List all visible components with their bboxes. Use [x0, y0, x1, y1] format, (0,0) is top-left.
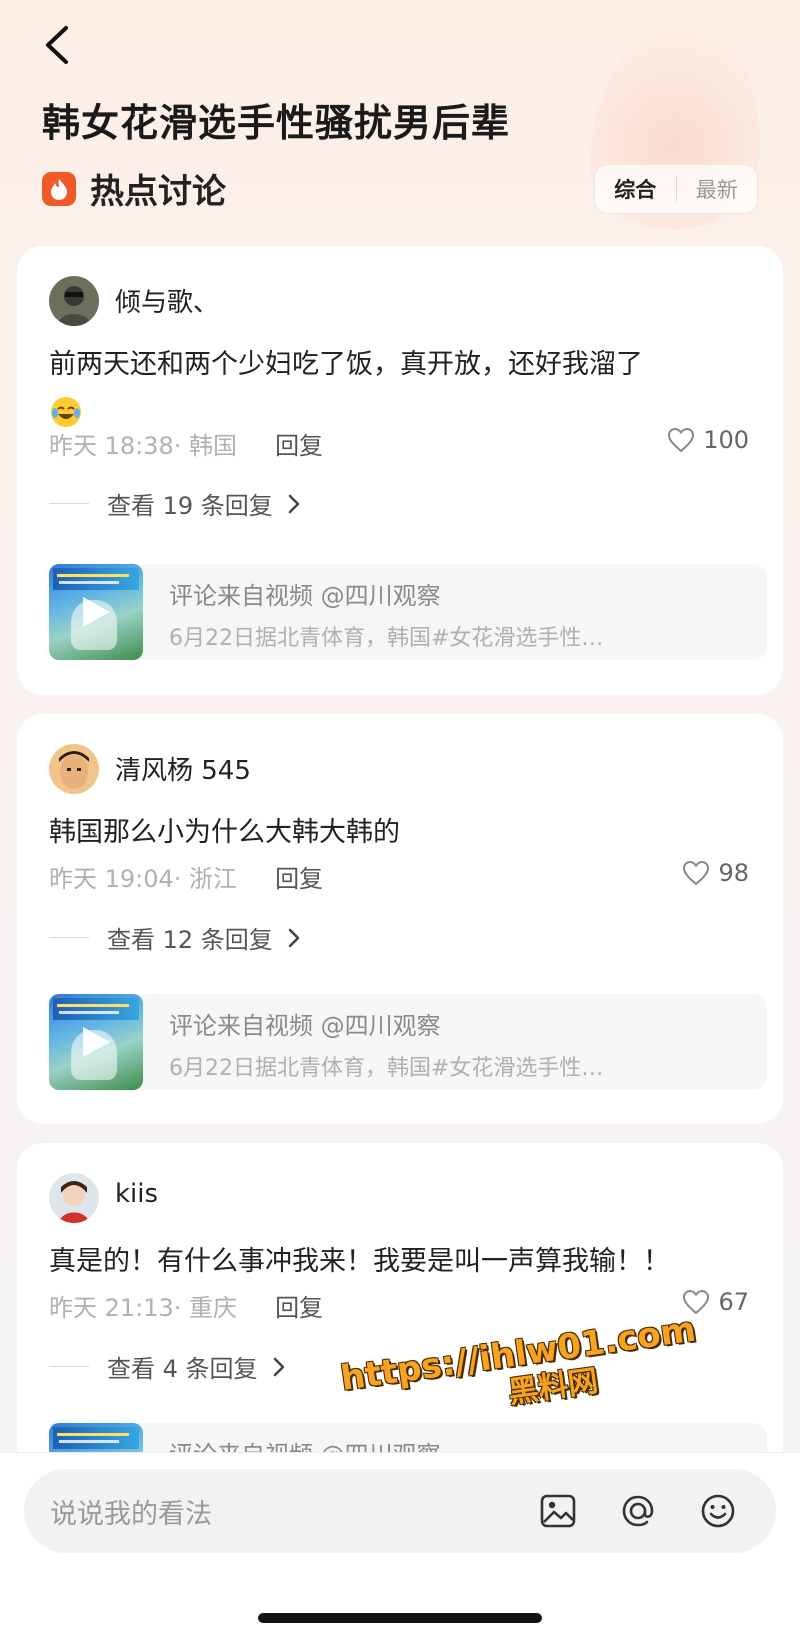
like-count: 100 — [703, 426, 749, 454]
comment-time: 昨天 21:13 — [49, 1294, 174, 1322]
comment-text: 韩国那么小为什么大韩大韩的 — [49, 810, 749, 856]
view-replies-label: 查看 19 条回复 — [107, 492, 273, 520]
comment-input[interactable]: 说说我的看法 — [24, 1469, 776, 1553]
comment-meta: 昨天 21:13 · 重庆 回复 — [49, 1288, 323, 1323]
view-replies-button[interactable]: 查看 4 条回复 — [49, 1349, 286, 1384]
comment-card: 清风杨 545 韩国那么小为什么大韩大韩的 昨天 19:04 · 浙江 回复 9… — [17, 714, 783, 1124]
at-icon[interactable] — [616, 1489, 660, 1533]
tears-of-joy-icon — [49, 395, 83, 429]
view-replies-button[interactable]: 查看 19 条回复 — [49, 486, 301, 521]
video-source-author: 评论来自视频 @四川观察 — [169, 1012, 441, 1040]
comment-meta: 昨天 18:38 · 韩国 回复 — [49, 426, 323, 461]
video-source-desc: 6月22日据北青体育，韩国#女花滑选手性… — [169, 1056, 604, 1081]
play-icon — [83, 1027, 110, 1057]
view-replies-label: 查看 4 条回复 — [107, 1355, 258, 1383]
avatar[interactable] — [49, 1173, 99, 1223]
chevron-right-icon — [273, 1357, 284, 1376]
like-button[interactable]: 98 — [682, 859, 749, 887]
comment-time: 昨天 18:38 — [49, 432, 174, 460]
like-count: 98 — [718, 859, 749, 887]
comment-body: 真是的！有什么事冲我来！我要是叫一声算我输！！ — [49, 1246, 670, 1277]
header: 韩女花滑选手性骚扰男后辈 热点讨论 综合 最新 — [0, 0, 800, 240]
username[interactable]: kiis — [115, 1179, 158, 1209]
avatar[interactable] — [49, 744, 99, 794]
chevron-right-icon — [288, 928, 300, 947]
username[interactable]: 清风杨 545 — [115, 750, 251, 787]
video-thumbnail — [49, 994, 143, 1090]
comment-body: 前两天还和两个少妇吃了饭，真开放，还好我溜了 — [49, 349, 643, 380]
comment-location: · 重庆 — [173, 1294, 238, 1322]
avatar[interactable] — [49, 276, 99, 326]
comment-input-bar: 说说我的看法 — [0, 1452, 800, 1635]
back-button[interactable] — [38, 22, 78, 68]
reply-button[interactable]: 回复 — [275, 859, 323, 894]
sort-option-comprehensive[interactable]: 综合 — [595, 174, 676, 204]
comment-text: 前两天还和两个少妇吃了饭，真开放，还好我溜了 — [49, 342, 749, 434]
video-source-box[interactable]: 评论来自视频 @四川观察 6月22日据北青体育，韩国#女花滑选手性… — [49, 564, 767, 660]
reply-button[interactable]: 回复 — [275, 426, 323, 461]
section-label: 热点讨论 — [90, 172, 226, 212]
sort-option-latest[interactable]: 最新 — [677, 174, 758, 204]
sort-toggle: 综合 最新 — [594, 164, 758, 214]
username[interactable]: 倾与歌、 — [115, 282, 219, 319]
page-title: 韩女花滑选手性骚扰男后辈 — [42, 101, 511, 145]
divider-dash — [49, 1366, 89, 1367]
comment-body: 韩国那么小为什么大韩大韩的 — [49, 817, 400, 848]
like-count: 67 — [718, 1288, 749, 1316]
chevron-left-icon — [46, 26, 68, 64]
divider-dash — [49, 503, 89, 504]
view-replies-button[interactable]: 查看 12 条回复 — [49, 920, 301, 955]
comment-text: 真是的！有什么事冲我来！我要是叫一声算我输！！ — [49, 1239, 749, 1285]
divider-dash — [49, 937, 89, 938]
video-source-box[interactable]: 评论来自视频 @四川观察 6月22日据北青体育，韩国#女花滑选手性… — [49, 994, 767, 1090]
reply-button[interactable]: 回复 — [275, 1288, 323, 1323]
home-indicator — [258, 1613, 542, 1623]
comment-location: · 韩国 — [173, 432, 238, 460]
view-replies-label: 查看 12 条回复 — [107, 926, 273, 954]
like-button[interactable]: 100 — [667, 426, 749, 454]
section-header: 热点讨论 — [42, 164, 226, 213]
video-thumbnail — [49, 564, 143, 660]
comment-input-placeholder[interactable]: 说说我的看法 — [50, 1492, 536, 1531]
chevron-right-icon — [288, 494, 300, 513]
video-source-desc: 6月22日据北青体育，韩国#女花滑选手性… — [169, 626, 604, 651]
play-icon — [83, 597, 110, 627]
comment-card: 倾与歌、 前两天还和两个少妇吃了饭，真开放，还好我溜了 昨天 18:38 · 韩… — [17, 246, 783, 695]
comment-meta: 昨天 19:04 · 浙江 回复 — [49, 859, 323, 894]
comment-time: 昨天 19:04 — [49, 865, 174, 893]
image-icon[interactable] — [536, 1489, 580, 1533]
video-source-author: 评论来自视频 @四川观察 — [169, 582, 441, 610]
emoji-icon[interactable] — [696, 1489, 740, 1533]
fire-icon — [42, 171, 76, 206]
heart-icon — [668, 427, 695, 453]
heart-icon — [683, 860, 710, 886]
comment-location: · 浙江 — [173, 865, 238, 893]
